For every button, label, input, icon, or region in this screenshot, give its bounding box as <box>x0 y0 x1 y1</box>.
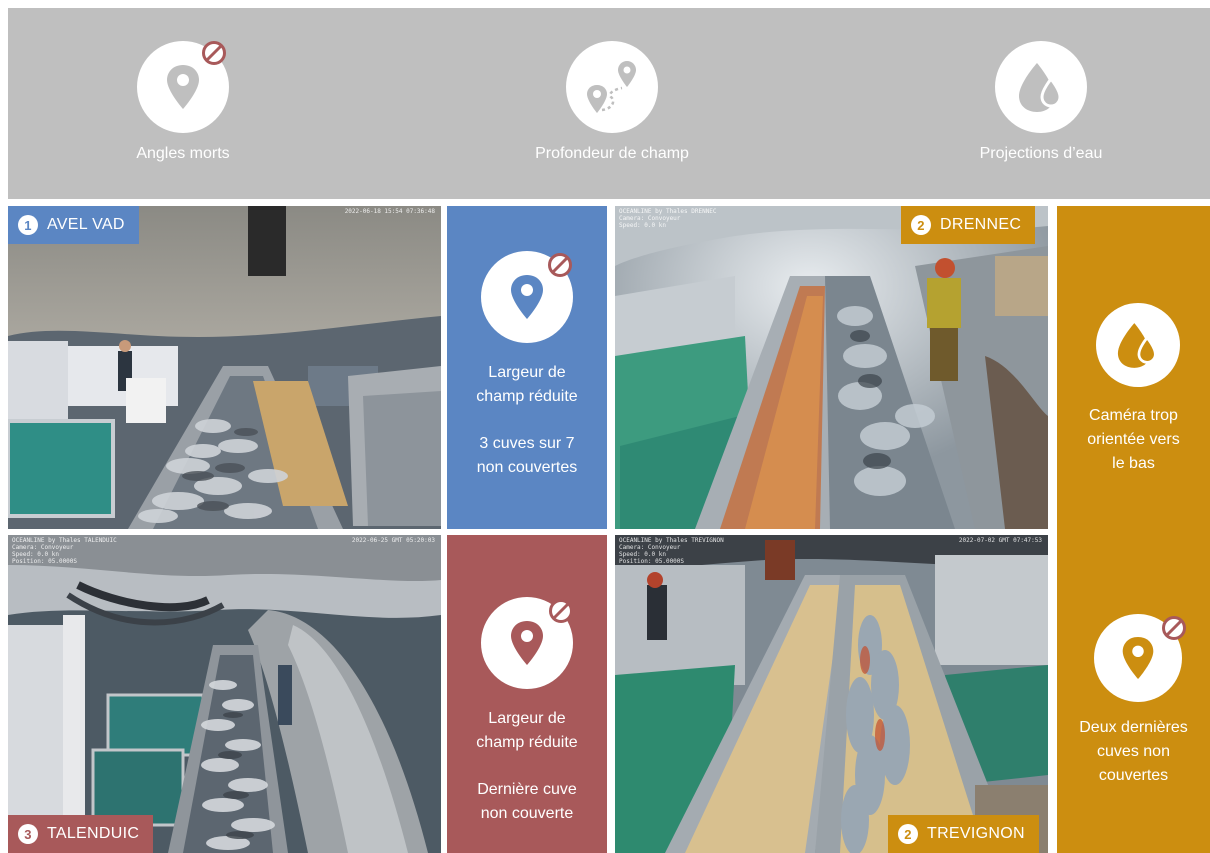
legend-label: Projections d’eau <box>979 145 1103 162</box>
legend-banner: Angles morts Profondeur de champ Project… <box>8 8 1210 199</box>
vessel-name: DRENNEC <box>940 216 1022 233</box>
panel-drennec-trevignon-issues: Caméra trop orientée vers le bas Deux de… <box>1057 206 1210 853</box>
panel-line: champ réduite <box>476 734 578 751</box>
camera-timestamp-overlay: 2022-07-02 GMT 07:47:53 <box>958 537 1042 544</box>
panel-avel-vad-issue: Largeur de champ réduite 3 cuves sur 7 n… <box>447 206 607 529</box>
vessel-label-talenduic: 3 TALENDUIC <box>8 815 154 853</box>
vessel-number: 2 <box>898 824 918 844</box>
route-pins-icon <box>566 41 658 133</box>
vessel-label-avel-vad: 1 AVEL VAD <box>8 206 139 244</box>
camera-image-talenduic: OCEANLINE by Thales TALENDUIC Camera: Con… <box>8 535 441 853</box>
vessel-name: AVEL VAD <box>47 216 125 233</box>
panel-talenduic-issue: Largeur de champ réduite Dernière cuve n… <box>447 535 607 853</box>
camera-osd-overlay: OCEANLINE by Thales DRENNEC Camera: Convo… <box>619 208 717 229</box>
vessel-number: 3 <box>18 824 38 844</box>
panel-line: champ réduite <box>476 388 578 405</box>
panel-line: couvertes <box>1098 767 1169 784</box>
legend-label: Profondeur de champ <box>535 145 689 162</box>
legend-depth-of-field: Profondeur de champ <box>492 8 732 199</box>
vessel-number: 1 <box>18 215 38 235</box>
water-drops-icon <box>1096 303 1180 387</box>
legend-water-spray: Projections d’eau <box>921 8 1161 199</box>
panel-line: non couvertes <box>476 459 578 476</box>
panel-line: Largeur de <box>488 710 566 727</box>
panel-line: Caméra trop <box>1089 407 1178 424</box>
panel-line: Deux dernières <box>1079 719 1188 736</box>
camera-image-trevignon: OCEANLINE by Thales TREVIGNON Camera: Con… <box>615 535 1048 853</box>
legend-label: Angles morts <box>136 145 230 162</box>
vessel-name: TREVIGNON <box>927 825 1025 842</box>
vessel-label-drennec: 2 DRENNEC <box>901 206 1036 244</box>
legend-blind-spots: Angles morts <box>63 8 303 199</box>
panel-line: Dernière cuve <box>477 781 577 798</box>
camera-timestamp-overlay: 2022-06-25 GMT 05:20:03 <box>351 537 435 544</box>
panel-line: le bas <box>1112 455 1155 472</box>
vessel-number: 2 <box>911 215 931 235</box>
camera-image-avel-vad: 2022-06-18 15:54 07:36:48 1 AVEL VAD <box>8 206 441 529</box>
camera-osd-overlay: OCEANLINE by Thales TREVIGNON Camera: Con… <box>619 537 724 565</box>
no-entry-icon <box>548 598 574 624</box>
water-drops-icon <box>995 41 1087 133</box>
panel-line: orientée vers <box>1087 431 1180 448</box>
no-entry-icon <box>1161 615 1187 641</box>
camera-osd-overlay: OCEANLINE by Thales TALENDUIC Camera: Con… <box>12 537 117 565</box>
camera-timestamp-overlay: 2022-06-18 15:54 07:36:48 <box>344 208 435 215</box>
panel-line: 3 cuves sur 7 <box>479 435 575 452</box>
panel-line: non couverte <box>480 805 574 822</box>
no-entry-icon <box>201 40 227 66</box>
no-entry-icon <box>547 252 573 278</box>
vessel-name: TALENDUIC <box>47 825 140 842</box>
panel-line: cuves non <box>1097 743 1170 760</box>
vessel-label-trevignon: 2 TREVIGNON <box>888 815 1039 853</box>
camera-image-drennec: OCEANLINE by Thales DRENNEC Camera: Convo… <box>615 206 1048 529</box>
panel-line: Largeur de <box>488 364 566 381</box>
